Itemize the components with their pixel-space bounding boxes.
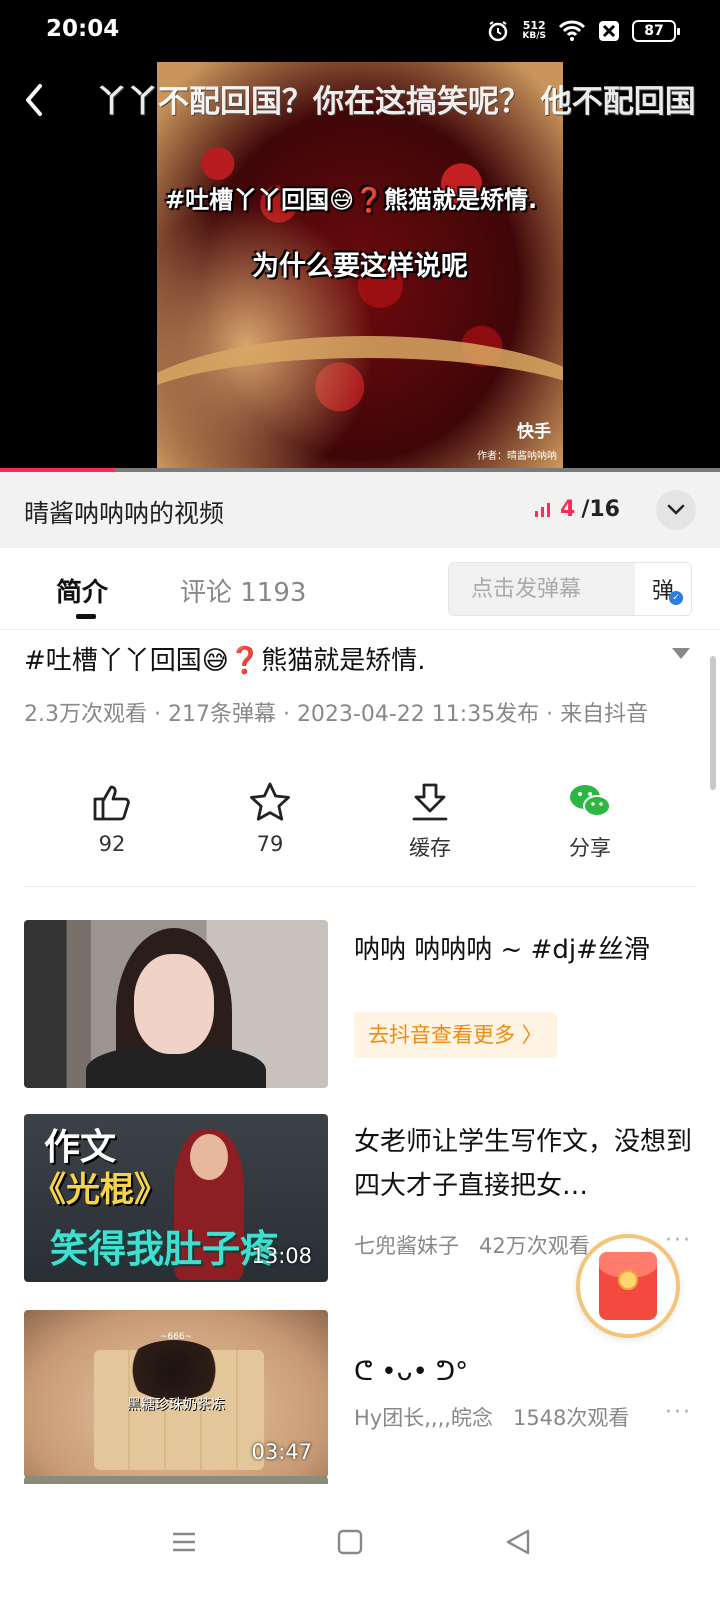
- danmaku-input-box[interactable]: 弹 ✓: [448, 562, 692, 616]
- rec-video-title[interactable]: 女老师让学生写作文，没想到四大才子直接把女…: [354, 1120, 694, 1208]
- action-bar: 92 79 缓存 分享: [0, 768, 720, 888]
- like-button[interactable]: 92: [52, 768, 172, 856]
- network-speed-unit: KB/S: [522, 31, 546, 41]
- danmaku-input[interactable]: [449, 563, 627, 615]
- sim-off-icon: [599, 21, 619, 41]
- playing-bars-icon: [535, 502, 551, 517]
- rec-video-title[interactable]: ᕦ •ᴗ• ᕤ°: [354, 1350, 694, 1394]
- like-count: 92: [98, 832, 126, 856]
- rec-views: 1548次观看: [512, 1406, 630, 1430]
- video-duration: 03:47: [251, 1440, 312, 1464]
- wechat-icon: [570, 785, 611, 817]
- share-button[interactable]: 分享: [530, 768, 650, 862]
- video-player[interactable]: #吐槽丫丫回国😅❓熊猫就是矫情. 为什么要这样说呢 快手 作者：晴酱呐呐呐 丫丫…: [0, 62, 720, 468]
- favorite-count: 79: [256, 832, 284, 856]
- status-time: 20:04: [46, 16, 120, 42]
- red-packet-button[interactable]: [576, 1234, 680, 1338]
- rec-author: Hy团长,,,,皖念: [354, 1406, 493, 1430]
- author-watermark: 作者：晴酱呐呐呐: [477, 451, 557, 462]
- download-label: 缓存: [409, 836, 451, 860]
- check-icon: ✓: [669, 591, 683, 605]
- tab-intro[interactable]: 简介: [56, 572, 108, 609]
- video-caption-1: #吐槽丫丫回国😅❓熊猫就是矫情.: [165, 186, 538, 214]
- wifi-icon: [558, 20, 586, 41]
- square-icon: [337, 1529, 363, 1555]
- thumbs-up-icon: [93, 785, 130, 821]
- download-icon: [412, 783, 448, 821]
- more-options-button[interactable]: ···: [665, 1400, 692, 1425]
- playlist-total: /16: [581, 497, 620, 522]
- star-icon: [250, 782, 290, 821]
- menu-icon: [173, 1532, 195, 1552]
- kuaishou-watermark: 快手: [517, 422, 551, 442]
- share-label: 分享: [569, 836, 611, 860]
- tab-comments[interactable]: 评论 1193: [180, 572, 306, 609]
- expand-title-icon[interactable]: [672, 648, 690, 659]
- playlist-current-index: 4: [560, 497, 576, 522]
- open-douyin-button[interactable]: 去抖音查看更多 〉: [354, 1012, 557, 1058]
- status-bar: 20:04 512 KB/S 87: [0, 0, 720, 62]
- back-nav-button[interactable]: [488, 1512, 548, 1572]
- status-icons: 512 KB/S 87: [486, 16, 680, 46]
- playlist-header[interactable]: 晴酱呐呐呐的视频 4/16: [0, 472, 720, 548]
- divider: [24, 886, 696, 887]
- list-item[interactable]: 呐呐 呐呐呐 ~ #dj#丝滑 去抖音查看更多 〉: [24, 920, 696, 1088]
- rec-video-meta: 七兜酱妹子 42万次观看: [354, 1230, 590, 1260]
- network-speed: 512 KB/S: [522, 20, 546, 42]
- rec-video-title[interactable]: 呐呐 呐呐呐 ~ #dj#丝滑: [354, 928, 694, 972]
- chevron-left-icon: [26, 84, 42, 116]
- playlist-title: 晴酱呐呐呐的视频: [24, 499, 225, 528]
- red-packet-icon: [599, 1252, 657, 1320]
- system-nav-bar: [0, 1484, 720, 1612]
- thumbnail-tag: ~666~: [159, 1332, 193, 1342]
- menu-button[interactable]: [154, 1512, 214, 1572]
- video-thumbnail[interactable]: ~666~ 黑糖珍珠奶茶冻 03:47: [24, 1310, 328, 1478]
- triangle-back-icon: [506, 1529, 530, 1555]
- detail-tabs: 简介 评论 1193 弹 ✓: [0, 548, 720, 630]
- favorite-button[interactable]: 79: [210, 768, 330, 856]
- battery-indicator: 87: [632, 20, 680, 42]
- video-thumbnail[interactable]: 作文 《光棍》 笑得我肚子疼 13:08: [24, 1114, 328, 1282]
- rec-video-meta: Hy团长,,,,皖念 1548次观看: [354, 1402, 629, 1432]
- more-options-button[interactable]: ···: [665, 1228, 692, 1253]
- network-speed-value: 512: [522, 19, 546, 32]
- video-frame[interactable]: #吐槽丫丫回国😅❓熊猫就是矫情. 为什么要这样说呢 快手 作者：晴酱呐呐呐: [157, 62, 563, 468]
- rec-views: 42万次观看: [479, 1234, 590, 1258]
- danmaku-comment: 丫丫不配回国？你在这搞笑呢？ 他不配回国: [96, 84, 696, 120]
- rec-author: 七兜酱妹子: [354, 1234, 459, 1258]
- video-thumbnail[interactable]: [24, 920, 328, 1088]
- video-meta: 2.3万次观看 · 217条弹幕 · 2023-04-22 11:35发布 · …: [24, 702, 649, 727]
- video-duration: 13:08: [251, 1244, 312, 1268]
- home-button[interactable]: [320, 1512, 380, 1572]
- back-button[interactable]: [14, 80, 54, 120]
- chevron-down-icon: [667, 504, 685, 515]
- alarm-icon: [489, 21, 508, 42]
- next-thumbnail-peek: [24, 1476, 328, 1484]
- video-title: #吐槽丫丫回国😅❓熊猫就是矫情.: [24, 646, 426, 676]
- playlist-position: 4/16: [535, 497, 620, 522]
- list-item[interactable]: ~666~ 黑糖珍珠奶茶冻 03:47 ᕦ •ᴗ• ᕤ° Hy团长,,,,皖念 …: [24, 1310, 696, 1478]
- video-caption-2: 为什么要这样说呢: [252, 251, 468, 282]
- download-button[interactable]: 缓存: [370, 768, 490, 862]
- danmaku-toggle-button[interactable]: 弹 ✓: [635, 563, 691, 615]
- thumbnail-text: 《光棍》: [32, 1170, 168, 1210]
- thumbnail-text: 黑糖珍珠奶茶冻: [127, 1397, 225, 1413]
- tab-active-indicator: [76, 614, 96, 619]
- playlist-expand-button[interactable]: [656, 490, 696, 530]
- thumbnail-text: 笑得我肚子疼: [50, 1227, 279, 1271]
